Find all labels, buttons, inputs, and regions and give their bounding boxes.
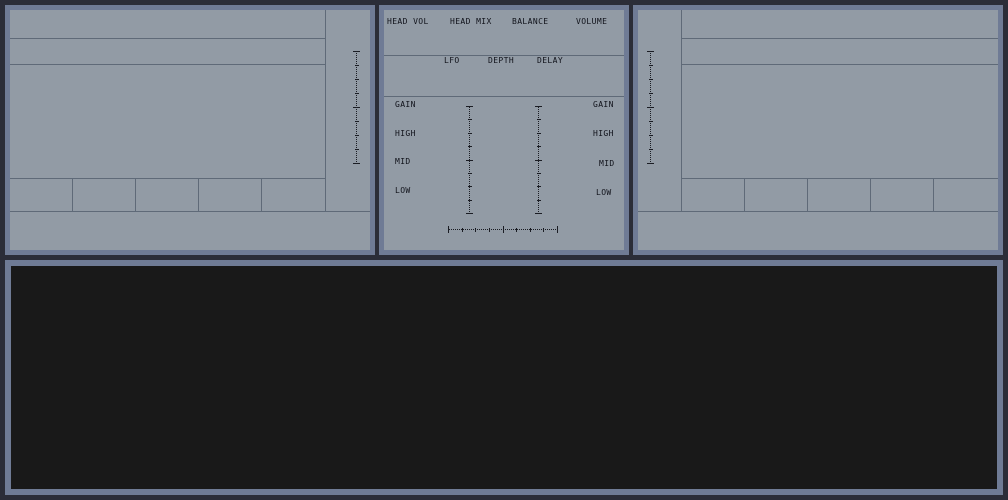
fader-tick — [649, 93, 653, 94]
deck-left-divider — [10, 211, 370, 212]
fader-tick — [468, 133, 472, 134]
deck-right-divider — [682, 38, 998, 39]
deck-right-pitch-fader[interactable] — [646, 51, 656, 164]
fader-tick — [468, 146, 472, 147]
deck-right-panel — [633, 5, 1003, 255]
fader-tick — [649, 79, 653, 80]
depth-label[interactable]: DEPTH — [488, 57, 514, 65]
waveform-display-frame — [5, 260, 1003, 495]
head-mix-label[interactable]: HEAD MIX — [450, 18, 492, 26]
deck-left-pad-5[interactable] — [262, 179, 325, 211]
fader-tick — [468, 200, 472, 201]
lfo-label[interactable]: LFO — [444, 57, 460, 65]
eq-right-low-label: LOW — [596, 188, 612, 197]
fader-tick — [489, 228, 490, 232]
delay-label[interactable]: DELAY — [537, 57, 563, 65]
fader-tick — [537, 186, 541, 187]
balance-label[interactable]: BALANCE — [512, 18, 549, 26]
eq-right-mid-label: MID — [599, 159, 615, 168]
eq-left-high-label: HIGH — [395, 129, 416, 138]
mixer-divider — [384, 96, 624, 97]
fader-tick — [649, 149, 653, 150]
fader-tick — [466, 213, 473, 214]
fader-tick — [355, 79, 359, 80]
fader-tick — [353, 107, 360, 108]
deck-left-divider — [10, 38, 325, 39]
deck-right-pad-2[interactable] — [745, 179, 807, 211]
fader-tick — [468, 186, 472, 187]
channel-left-volume-fader[interactable] — [465, 106, 475, 214]
head-vol-label[interactable]: HEAD VOL — [387, 18, 429, 26]
fader-tick — [466, 160, 473, 161]
fader-tick — [535, 106, 542, 107]
fader-tick — [647, 51, 654, 52]
deck-left-pad-2[interactable] — [73, 179, 135, 211]
eq-left-gain-label: GAIN — [395, 100, 416, 109]
volume-label[interactable]: VOLUME — [576, 18, 607, 26]
fader-tick — [557, 226, 558, 233]
deck-left-pitch-fader[interactable] — [352, 51, 362, 164]
fader-tick — [355, 121, 359, 122]
fader-tick — [353, 163, 360, 164]
fader-tick — [475, 228, 476, 232]
fader-tick — [543, 228, 544, 232]
fader-tick — [537, 173, 541, 174]
mixer-face: HEAD VOL HEAD MIX BALANCE VOLUME LFO DEP… — [384, 10, 624, 250]
fader-tick — [647, 107, 654, 108]
fader-tick — [537, 200, 541, 201]
channel-right-volume-fader[interactable] — [534, 106, 544, 214]
fader-tick — [355, 149, 359, 150]
deck-left-pad-3[interactable] — [136, 179, 198, 211]
deck-right-pad-5[interactable] — [934, 179, 998, 211]
deck-right-divider — [638, 211, 998, 212]
mixer-panel: HEAD VOL HEAD MIX BALANCE VOLUME LFO DEP… — [379, 5, 629, 255]
fader-tick — [647, 163, 654, 164]
fader-tick — [537, 133, 541, 134]
eq-left-low-label: LOW — [395, 186, 411, 195]
deck-right-pad-3[interactable] — [808, 179, 870, 211]
fader-tick — [468, 173, 472, 174]
fader-tick — [649, 135, 653, 136]
eq-left-mid-label: MID — [395, 157, 411, 166]
deck-left-divider — [10, 64, 325, 65]
deck-left-face — [10, 10, 370, 250]
fader-tick — [516, 228, 517, 232]
fader-tick — [530, 228, 531, 232]
deck-right-pad-1[interactable] — [682, 179, 744, 211]
eq-right-gain-label: GAIN — [593, 100, 614, 109]
fader-tick — [462, 228, 463, 232]
deck-right-divider — [682, 64, 998, 65]
fader-tick — [649, 121, 653, 122]
fader-tick — [355, 93, 359, 94]
fader-tick — [537, 146, 541, 147]
deck-left-panel — [5, 5, 375, 255]
fader-tick — [649, 65, 653, 66]
deck-left-pad-1[interactable] — [10, 179, 72, 211]
deck-right-face — [638, 10, 998, 250]
fader-tick — [353, 51, 360, 52]
fader-tick — [448, 226, 449, 233]
eq-right-high-label: HIGH — [593, 129, 614, 138]
deck-left-divider-vertical — [325, 10, 326, 211]
fader-tick — [535, 213, 542, 214]
fader-tick — [355, 65, 359, 66]
fader-tick — [535, 160, 542, 161]
fader-tick — [468, 119, 472, 120]
fader-tick — [503, 226, 504, 233]
fader-tick — [355, 135, 359, 136]
waveform-display[interactable] — [11, 266, 997, 489]
crossfader[interactable] — [448, 225, 558, 235]
deck-right-pad-4[interactable] — [871, 179, 933, 211]
fader-tick — [466, 106, 473, 107]
deck-left-pad-4[interactable] — [199, 179, 261, 211]
fader-tick — [537, 119, 541, 120]
